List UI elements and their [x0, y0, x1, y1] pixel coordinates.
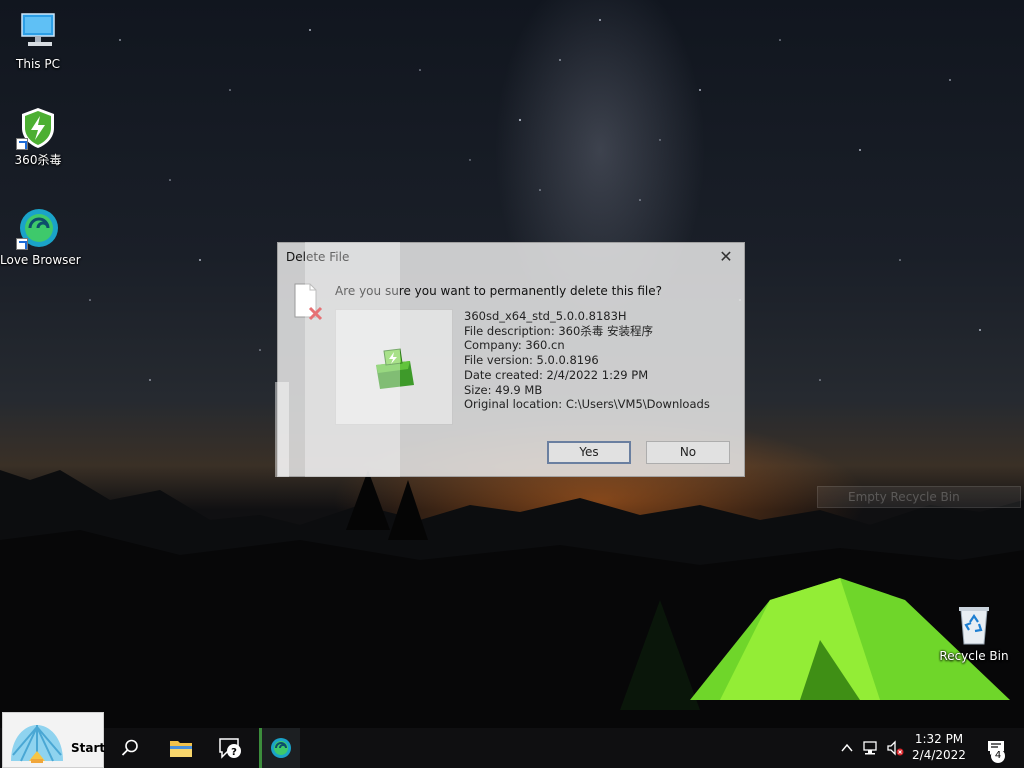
- volume-muted-icon: [887, 740, 904, 756]
- no-button[interactable]: No: [646, 441, 730, 464]
- shortcut-arrow-icon: [16, 238, 28, 250]
- desktop-icon-label: This PC: [16, 57, 60, 71]
- love-browser-icon: [271, 738, 291, 758]
- file-description: File description: 360杀毒 安装程序: [464, 323, 653, 338]
- file-version: File version: 5.0.0.8196: [464, 353, 599, 368]
- chevron-up-icon: [841, 743, 853, 752]
- dialog-ghost-strip: [275, 382, 289, 477]
- desktop-icon-360-antivirus[interactable]: 360杀毒: [0, 106, 76, 167]
- start-button[interactable]: Start: [2, 712, 106, 768]
- notification-count-badge: 4: [991, 749, 1005, 763]
- empty-recycle-bin-tooltip: Empty Recycle Bin: [817, 486, 1021, 508]
- taskbar-help-button[interactable]: ?: [210, 728, 250, 768]
- tray-overflow-button[interactable]: [838, 728, 856, 768]
- desktop-icon-recycle-bin[interactable]: Recycle Bin: [936, 602, 1012, 663]
- dialog-ghost-overlay: [305, 242, 400, 477]
- taskbar-file-explorer-button[interactable]: [161, 728, 201, 768]
- desktop-icon-label: Love Browser: [0, 253, 81, 267]
- shortcut-arrow-icon: [16, 138, 28, 150]
- file-company: Company: 360.cn: [464, 338, 565, 353]
- dialog-close-button[interactable]: ✕: [714, 246, 738, 268]
- start-shell-icon: [11, 725, 63, 763]
- recycle-bin-icon: [952, 602, 996, 646]
- tooltip-text: Empty Recycle Bin: [848, 490, 960, 504]
- file-original-location: Original location: C:\Users\VM5\Download…: [464, 397, 710, 412]
- search-icon: [121, 739, 138, 756]
- monitor-icon: [16, 10, 60, 54]
- file-date-created: Date created: 2/4/2022 1:29 PM: [464, 367, 649, 382]
- desktop-icon-label: 360杀毒: [14, 153, 62, 167]
- file-name: 360sd_x64_std_5.0.0.8183H: [464, 309, 627, 323]
- taskbar-clock[interactable]: 1:32 PM 2/4/2022: [908, 731, 970, 763]
- browser-swirl-icon: [16, 206, 60, 250]
- network-icon: [863, 741, 877, 755]
- tray-network-button[interactable]: [860, 728, 882, 768]
- svg-text:?: ?: [231, 747, 237, 758]
- clock-time: 1:32 PM: [914, 732, 964, 746]
- desktop-icon-this-pc[interactable]: This PC: [0, 10, 76, 71]
- taskbar-love-browser-button[interactable]: [259, 728, 300, 768]
- start-label: Start: [71, 741, 106, 755]
- yes-button[interactable]: Yes: [547, 441, 631, 464]
- file-size: Size: 49.9 MB: [464, 382, 543, 397]
- desktop-icon-label: Recycle Bin: [939, 649, 1009, 663]
- help-chat-icon: ?: [219, 738, 241, 759]
- file-explorer-icon: [170, 741, 192, 757]
- desktop-icon-love-browser[interactable]: Love Browser: [0, 206, 81, 267]
- file-info: 360sd_x64_std_5.0.0.8183H File descripti…: [464, 309, 710, 412]
- tray-volume-button[interactable]: [884, 728, 906, 768]
- taskbar-search-button[interactable]: [110, 728, 150, 768]
- shield-lightning-icon: [16, 106, 60, 150]
- clock-date: 2/4/2022: [912, 748, 966, 762]
